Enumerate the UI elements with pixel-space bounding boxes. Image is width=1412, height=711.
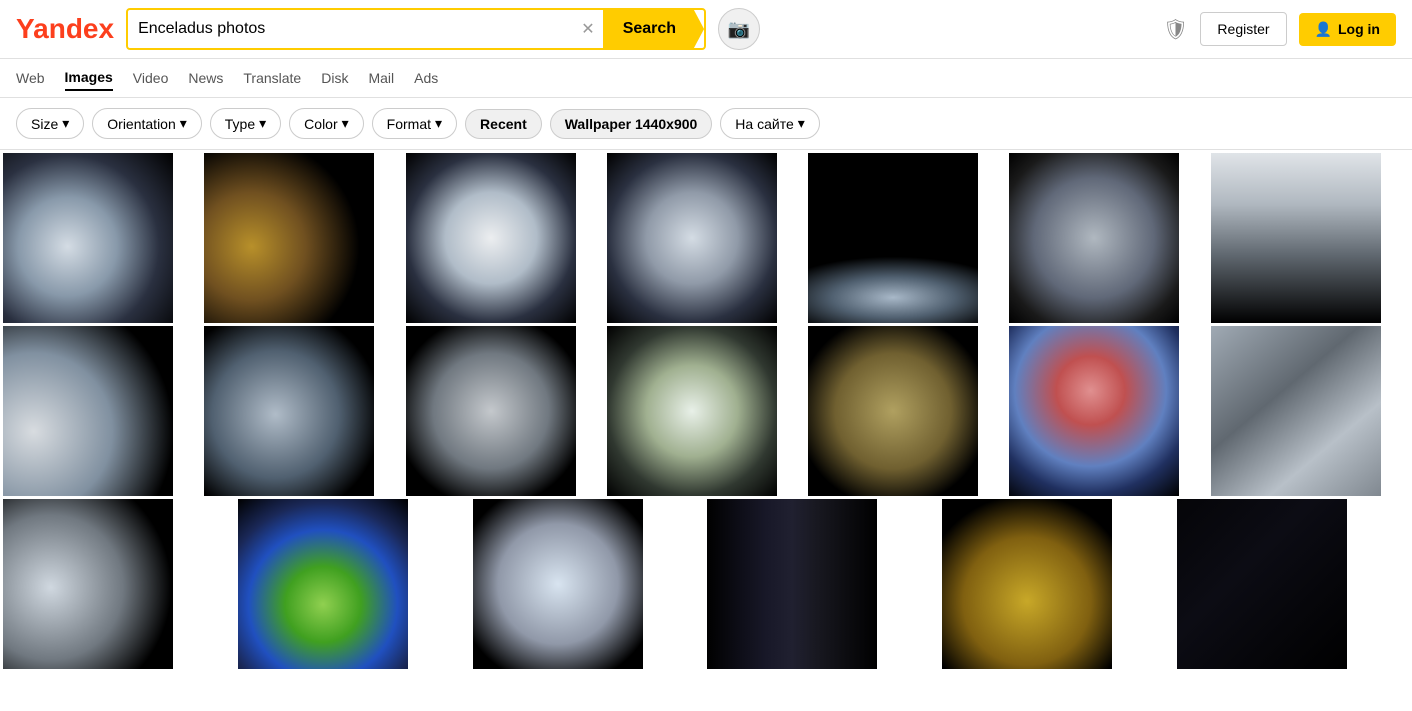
nav-images[interactable]: Images bbox=[65, 65, 113, 91]
image-cell-r1c5[interactable] bbox=[808, 153, 978, 323]
camera-search-button[interactable]: 📷 bbox=[718, 8, 760, 50]
image-cell-r3c3[interactable] bbox=[473, 499, 643, 669]
image-cell-r3c5[interactable] bbox=[942, 499, 1112, 669]
format-chevron-icon: ▾ bbox=[435, 115, 442, 132]
logo-andex: andex bbox=[33, 13, 114, 44]
orientation-chevron-icon: ▾ bbox=[180, 115, 187, 132]
image-cell-r1c6[interactable] bbox=[1009, 153, 1179, 323]
filter-wallpaper-label: Wallpaper 1440x900 bbox=[565, 116, 698, 132]
filter-type[interactable]: Type ▾ bbox=[210, 108, 281, 139]
filter-size[interactable]: Size ▾ bbox=[16, 108, 84, 139]
navigation: Web Images Video News Translate Disk Mai… bbox=[0, 59, 1412, 98]
shield-button[interactable]: 🛡 bbox=[1163, 17, 1188, 42]
clear-icon: ✕ bbox=[581, 21, 594, 38]
image-cell-r2c1[interactable] bbox=[3, 326, 173, 496]
image-row-2 bbox=[3, 326, 1409, 496]
login-button[interactable]: 👤 Log in bbox=[1299, 13, 1396, 46]
image-cell-r2c6[interactable] bbox=[1009, 326, 1179, 496]
logo-y: Y bbox=[16, 13, 33, 44]
filter-format-label: Format bbox=[387, 116, 431, 132]
image-cell-r2c3[interactable] bbox=[406, 326, 576, 496]
yandex-logo[interactable]: Yandex bbox=[16, 13, 114, 45]
nav-disk[interactable]: Disk bbox=[321, 66, 348, 90]
image-cell-r1c4[interactable] bbox=[607, 153, 777, 323]
filter-color[interactable]: Color ▾ bbox=[289, 108, 364, 139]
header: Yandex ✕ Search 📷 🛡 Register 👤 Log in bbox=[0, 0, 1412, 59]
nav-mail[interactable]: Mail bbox=[368, 66, 394, 90]
filter-bar: Size ▾ Orientation ▾ Type ▾ Color ▾ Form… bbox=[0, 98, 1412, 150]
camera-icon: 📷 bbox=[728, 19, 750, 40]
filter-na-saite-label: На сайте bbox=[735, 116, 793, 132]
type-chevron-icon: ▾ bbox=[259, 115, 266, 132]
image-grid-container bbox=[0, 150, 1412, 675]
nav-news[interactable]: News bbox=[188, 66, 223, 90]
image-cell-r3c4[interactable] bbox=[707, 499, 877, 669]
image-cell-r1c2[interactable] bbox=[204, 153, 374, 323]
image-row-3 bbox=[3, 499, 1409, 669]
image-cell-r2c2[interactable] bbox=[204, 326, 374, 496]
header-right: 🛡 Register 👤 Log in bbox=[1163, 12, 1396, 46]
na-saite-chevron-icon: ▾ bbox=[798, 115, 805, 132]
register-label: Register bbox=[1217, 21, 1269, 37]
nav-ads[interactable]: Ads bbox=[414, 66, 438, 90]
image-cell-r3c2[interactable] bbox=[238, 499, 408, 669]
filter-color-label: Color bbox=[304, 116, 337, 132]
image-cell-r1c1[interactable] bbox=[3, 153, 173, 323]
filter-wallpaper[interactable]: Wallpaper 1440x900 bbox=[550, 109, 713, 139]
filter-type-label: Type bbox=[225, 116, 255, 132]
clear-button[interactable]: ✕ bbox=[573, 15, 602, 43]
shield-icon: 🛡 bbox=[1163, 19, 1188, 41]
image-cell-r3c6[interactable] bbox=[1177, 499, 1347, 669]
image-cell-r2c7[interactable] bbox=[1211, 326, 1381, 496]
image-cell-r3c1[interactable] bbox=[3, 499, 173, 669]
filter-format[interactable]: Format ▾ bbox=[372, 108, 457, 139]
image-cell-r1c7[interactable] bbox=[1211, 153, 1381, 323]
login-label: Log in bbox=[1338, 21, 1380, 37]
nav-web[interactable]: Web bbox=[16, 66, 45, 90]
nav-translate[interactable]: Translate bbox=[243, 66, 301, 90]
color-chevron-icon: ▾ bbox=[342, 115, 349, 132]
image-cell-r2c4[interactable] bbox=[607, 326, 777, 496]
search-input[interactable] bbox=[128, 12, 573, 46]
filter-size-label: Size bbox=[31, 116, 58, 132]
register-button[interactable]: Register bbox=[1200, 12, 1286, 46]
size-chevron-icon: ▾ bbox=[62, 115, 69, 132]
filter-na-saite[interactable]: На сайте ▾ bbox=[720, 108, 819, 139]
search-button-label: Search bbox=[623, 20, 676, 37]
filter-orientation-label: Orientation bbox=[107, 116, 175, 132]
nav-video[interactable]: Video bbox=[133, 66, 169, 90]
image-cell-r1c3[interactable] bbox=[406, 153, 576, 323]
image-row-1 bbox=[3, 153, 1409, 323]
image-cell-r2c5[interactable] bbox=[808, 326, 978, 496]
user-icon: 👤 bbox=[1315, 21, 1332, 38]
filter-orientation[interactable]: Orientation ▾ bbox=[92, 108, 202, 139]
filter-recent[interactable]: Recent bbox=[465, 109, 542, 139]
search-button[interactable]: Search bbox=[603, 10, 704, 48]
search-form: ✕ Search bbox=[126, 8, 706, 50]
filter-recent-label: Recent bbox=[480, 116, 527, 132]
